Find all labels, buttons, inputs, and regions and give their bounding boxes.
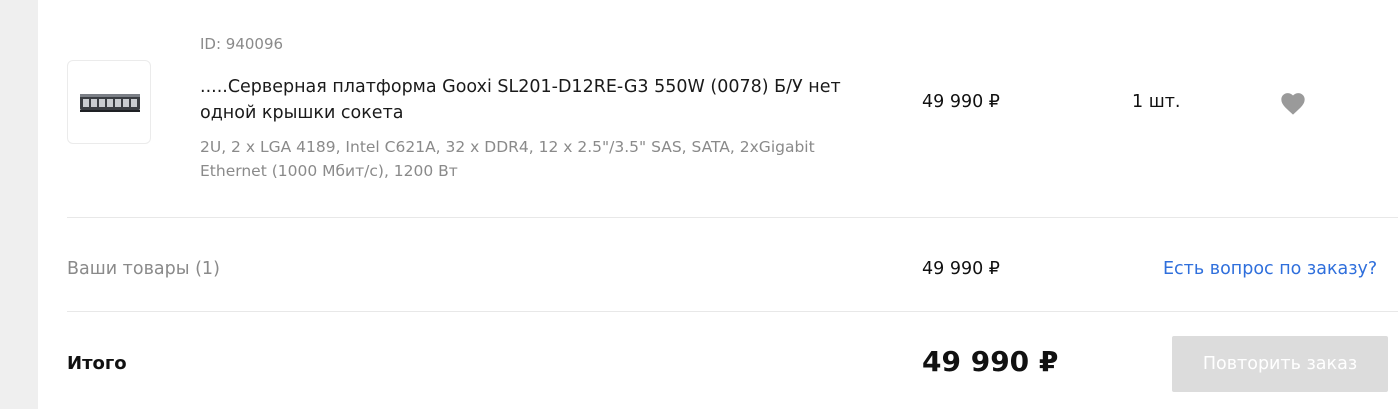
product-quantity: 1 шт. — [1132, 92, 1181, 112]
heart-icon — [1281, 93, 1305, 115]
order-card: ID: 940096 .....Серверная платформа Goox… — [38, 0, 1398, 409]
total-label: Итого — [67, 353, 127, 374]
favorite-button[interactable] — [1279, 90, 1307, 116]
repeat-order-button[interactable]: Повторить заказ — [1172, 336, 1388, 392]
total-price: 49 990 ₽ — [922, 345, 1059, 378]
order-question-link[interactable]: Есть вопрос по заказу? — [1163, 259, 1377, 279]
product-description: 2U, 2 x LGA 4189, Intel C621A, 32 x DDR4… — [200, 138, 815, 180]
server-chassis-icon — [80, 94, 140, 112]
divider — [67, 217, 1398, 218]
product-price: 49 990 ₽ — [922, 92, 1000, 112]
divider — [67, 311, 1398, 312]
product-id: ID: 940096 — [200, 35, 284, 53]
items-subtotal: 49 990 ₽ — [922, 259, 1000, 279]
product-title-link[interactable]: .....Серверная платформа Gooxi SL201-D12… — [200, 74, 850, 126]
product-image[interactable] — [67, 60, 151, 144]
items-count-label: Ваши товары (1) — [67, 259, 220, 279]
